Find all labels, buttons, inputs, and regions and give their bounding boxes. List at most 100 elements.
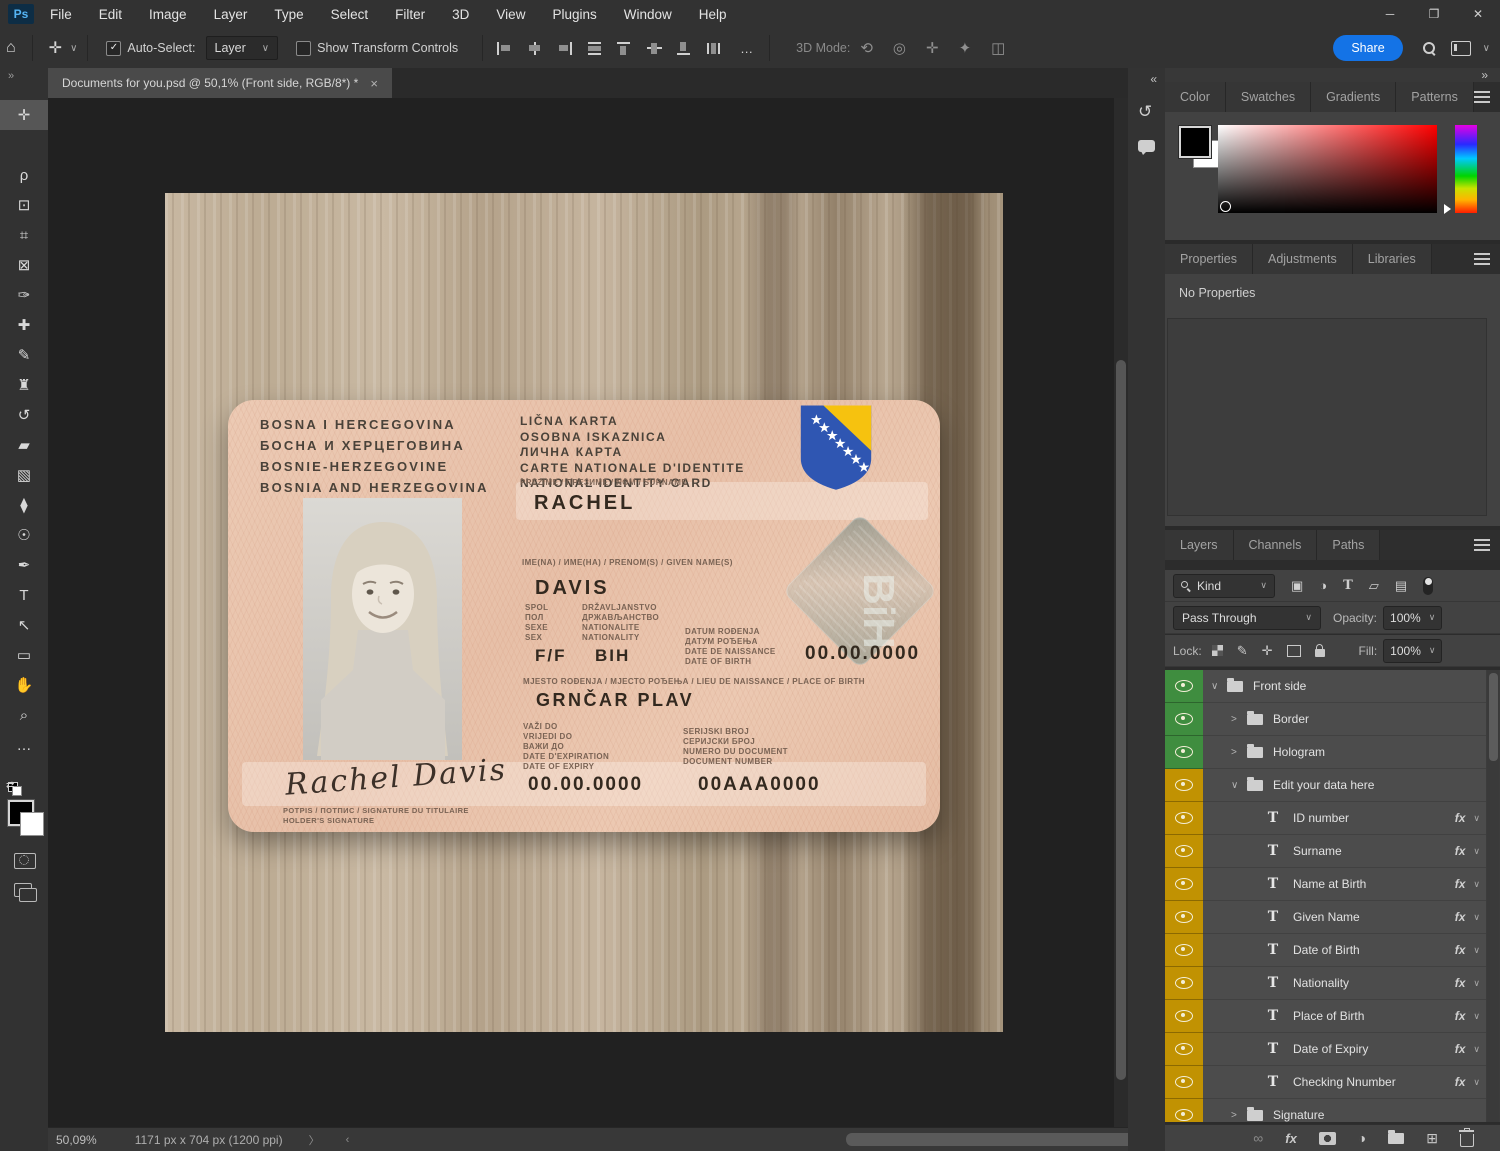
vertical-scrollbar-thumb[interactable] [1116, 360, 1126, 1080]
filter-toggle-icon[interactable] [1423, 577, 1433, 595]
filter-smart-object-icon[interactable]: ▤ [1395, 578, 1407, 594]
layer-effects-badge[interactable]: fx [1455, 976, 1466, 990]
lock-artboard-icon[interactable] [1287, 645, 1301, 657]
eye-icon[interactable] [1175, 845, 1193, 857]
eye-icon[interactable] [1175, 680, 1193, 692]
expand-group-icon[interactable]: > [1231, 747, 1247, 758]
expand-panels-icon[interactable]: « [1150, 72, 1157, 86]
tool-button[interactable]: ✛ [0, 100, 48, 130]
chevron-down-icon[interactable]: ∨ [70, 43, 77, 54]
opacity-value[interactable]: 100% ∨ [1383, 606, 1442, 630]
layer-visibility-cell[interactable] [1165, 769, 1203, 802]
tool-button[interactable] [0, 130, 48, 160]
collapse-group-icon[interactable]: ∨ [1231, 780, 1247, 791]
panel-tab[interactable]: Swatches [1226, 82, 1311, 112]
restore-icon[interactable]: ❐ [1412, 0, 1456, 28]
color-picker-cursor[interactable] [1220, 201, 1231, 212]
eye-icon[interactable] [1175, 779, 1193, 791]
layer-visibility-cell[interactable] [1165, 703, 1203, 736]
chevron-down-icon[interactable]: ∨ [1473, 813, 1480, 824]
tool-button[interactable]: T [0, 580, 48, 610]
eye-icon[interactable] [1175, 944, 1193, 956]
layer-visibility-cell[interactable] [1165, 1000, 1203, 1033]
panel-tab[interactable]: Paths [1317, 530, 1380, 560]
tool-button[interactable]: ✎ [0, 340, 48, 370]
tool-button[interactable]: ♜ [0, 370, 48, 400]
layer-filter-dropdown[interactable]: Kind ∨ [1173, 574, 1275, 598]
tool-button[interactable]: ↺ [0, 400, 48, 430]
3d-mode-icon[interactable]: ◫ [991, 39, 1005, 57]
align-icon[interactable] [497, 42, 512, 55]
search-icon[interactable] [1423, 42, 1435, 54]
layer-row[interactable]: ∨ > T Date of Birth fx ∨ [1165, 934, 1500, 967]
eye-icon[interactable] [1175, 1010, 1193, 1022]
layer-row[interactable]: ∨ > T Date of Expiry fx ∨ [1165, 1033, 1500, 1066]
panel-menu-icon[interactable] [1474, 253, 1490, 265]
menu-item[interactable]: Select [331, 7, 369, 22]
layer-effects-badge[interactable]: fx [1455, 910, 1466, 924]
eye-icon[interactable] [1175, 878, 1193, 890]
lock-position-icon[interactable]: ✛ [1262, 643, 1273, 659]
layer-style-icon[interactable]: fx [1285, 1131, 1297, 1146]
chevron-down-icon[interactable]: ∨ [1473, 1077, 1480, 1088]
layer-name[interactable]: Given Name [1293, 910, 1360, 924]
eye-icon[interactable] [1175, 1109, 1193, 1121]
panel-menu-icon[interactable] [1474, 539, 1490, 551]
lock-all-icon[interactable] [1315, 649, 1325, 657]
add-mask-icon[interactable] [1319, 1132, 1336, 1145]
layer-visibility-cell[interactable] [1165, 967, 1203, 1000]
layer-row[interactable]: ∨ > T Hologram fx ∨ [1165, 736, 1500, 769]
eye-icon[interactable] [1175, 977, 1193, 989]
tool-button[interactable]: ▰ [0, 430, 48, 460]
chevron-down-icon[interactable]: ∨ [1473, 879, 1480, 890]
tool-button[interactable]: ⌗ [0, 220, 48, 250]
tool-button[interactable]: ✚ [0, 310, 48, 340]
layer-effects-badge[interactable]: fx [1455, 1075, 1466, 1089]
panel-menu-icon[interactable] [1474, 91, 1490, 103]
more-options-icon[interactable]: … [740, 41, 753, 56]
panel-tab[interactable]: Layers [1165, 530, 1234, 560]
layer-name[interactable]: Nationality [1293, 976, 1349, 990]
document-tab[interactable]: Documents for you.psd @ 50,1% (Front sid… [48, 68, 392, 98]
move-tool-icon[interactable]: ✛ [49, 38, 62, 58]
layer-name[interactable]: Surname [1293, 844, 1342, 858]
layer-name[interactable]: Name at Birth [1293, 877, 1366, 891]
3d-mode-icon[interactable]: ✛ [926, 39, 939, 57]
auto-select-checkbox[interactable]: ✓ [106, 41, 121, 56]
document-canvas[interactable]: BOSNA I HERCEGOVINAБОСНА И ХЕРЦЕГОВИНАBO… [48, 98, 1114, 1128]
tool-button[interactable]: ⊡ [0, 190, 48, 220]
expand-group-icon[interactable]: > [1231, 714, 1247, 725]
home-icon[interactable]: ⌂ [6, 39, 16, 57]
layer-name[interactable]: Date of Birth [1293, 943, 1360, 957]
layer-effects-badge[interactable]: fx [1455, 877, 1466, 891]
filter-shape-layers-icon[interactable]: ▱ [1369, 578, 1379, 594]
layer-effects-badge[interactable]: fx [1455, 1009, 1466, 1023]
eye-icon[interactable] [1175, 1043, 1193, 1055]
layer-visibility-cell[interactable] [1165, 901, 1203, 934]
layer-effects-badge[interactable]: fx [1455, 844, 1466, 858]
layer-row[interactable]: ∨ > T Nationality fx ∨ [1165, 967, 1500, 1000]
layer-visibility-cell[interactable] [1165, 835, 1203, 868]
panel-tab[interactable]: Properties [1165, 244, 1253, 274]
tool-button[interactable]: ☉ [0, 520, 48, 550]
layer-name[interactable]: Signature [1273, 1108, 1324, 1122]
layer-visibility-cell[interactable] [1165, 736, 1203, 769]
layer-visibility-cell[interactable] [1165, 802, 1203, 835]
layers-scrollbar-thumb[interactable] [1489, 673, 1498, 761]
close-icon[interactable]: ✕ [1456, 0, 1500, 28]
layer-row[interactable]: ∨ > T Name at Birth fx ∨ [1165, 868, 1500, 901]
filter-type-layers-icon[interactable]: T [1343, 578, 1353, 593]
layer-row[interactable]: ∨ > T Place of Birth fx ∨ [1165, 1000, 1500, 1033]
tool-button[interactable]: ▧ [0, 460, 48, 490]
eye-icon[interactable] [1175, 911, 1193, 923]
layer-visibility-cell[interactable] [1165, 868, 1203, 901]
align-icon[interactable] [527, 42, 542, 55]
tool-button[interactable]: ⌕ [0, 700, 48, 730]
layer-row[interactable]: ∨ > T Border fx ∨ [1165, 703, 1500, 736]
align-icon[interactable] [617, 42, 632, 55]
panel-tab[interactable]: Channels [1234, 530, 1318, 560]
eye-icon[interactable] [1175, 746, 1193, 758]
panel-tab[interactable]: Adjustments [1253, 244, 1353, 274]
menu-item[interactable]: Edit [99, 7, 122, 22]
layer-visibility-cell[interactable] [1165, 1066, 1203, 1099]
